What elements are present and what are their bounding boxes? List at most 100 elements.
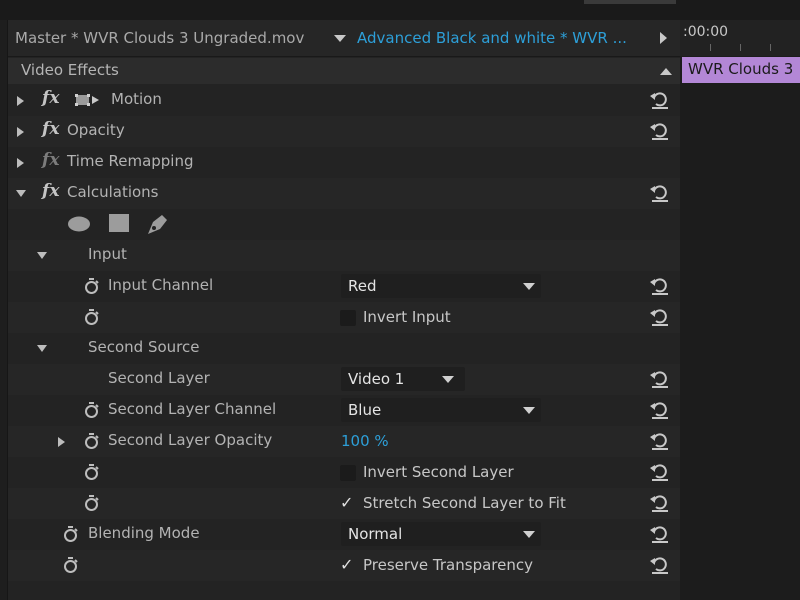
mask-tools-row — [8, 209, 681, 240]
blending-mode-row: Blending Mode Normal — [8, 519, 681, 550]
master-clip-label: Master * WVR Clouds 3 Ungraded.mov — [15, 29, 305, 47]
collapse-arrow-icon[interactable] — [16, 190, 26, 197]
stopwatch-icon[interactable] — [84, 464, 99, 480]
reset-icon[interactable] — [649, 493, 671, 513]
second-layer-label: Second Layer — [108, 369, 210, 387]
rectangle-mask-icon[interactable] — [108, 213, 130, 233]
effect-row-calculations: fx Calculations — [8, 178, 681, 209]
reset-icon[interactable] — [649, 121, 671, 141]
stretch-checkbox-checked[interactable]: ✓ — [340, 493, 353, 512]
invert-second-layer-checkbox[interactable] — [340, 465, 356, 481]
reset-icon[interactable] — [649, 183, 671, 203]
expand-arrow-icon[interactable] — [17, 96, 24, 106]
fx-icon[interactable]: fx — [42, 150, 59, 170]
invert-second-layer-row: Invert Second Layer — [8, 457, 681, 488]
reset-icon[interactable] — [649, 307, 671, 327]
input-channel-dropdown[interactable]: Red — [341, 274, 541, 298]
invert-input-row: Invert Input — [8, 302, 681, 333]
effect-name: Motion — [111, 90, 162, 108]
reset-icon[interactable] — [649, 400, 671, 420]
stopwatch-icon[interactable] — [63, 557, 78, 573]
ruler-tick — [770, 44, 771, 51]
invert-input-label: Invert Input — [363, 308, 451, 326]
fx-icon[interactable]: fx — [42, 88, 59, 108]
collapse-arrow-icon[interactable] — [37, 252, 47, 259]
video-effects-header: Video Effects — [8, 58, 681, 84]
second-source-group-label: Second Source — [88, 338, 200, 356]
expand-arrow-icon[interactable] — [17, 127, 24, 137]
blending-mode-label: Blending Mode — [88, 524, 200, 542]
second-layer-opacity-value[interactable]: 100 % — [341, 432, 389, 450]
reset-icon[interactable] — [649, 276, 671, 296]
stretch-second-layer-row: ✓ Stretch Second Layer to Fit — [8, 488, 681, 519]
input-channel-label: Input Channel — [108, 276, 214, 294]
mini-timeline: :00:00 WVR Clouds 3 — [680, 20, 800, 600]
motion-transform-icon[interactable] — [75, 92, 101, 108]
ruler-tick — [740, 44, 741, 51]
stopwatch-icon[interactable] — [84, 402, 99, 418]
second-layer-value: Video 1 — [348, 370, 405, 388]
fx-icon[interactable]: fx — [42, 181, 59, 201]
time-ruler[interactable]: :00:00 — [680, 20, 800, 56]
reset-icon[interactable] — [649, 555, 671, 575]
second-layer-channel-label: Second Layer Channel — [108, 400, 277, 418]
timecode-label: :00:00 — [683, 24, 729, 40]
input-channel-value: Red — [348, 277, 377, 295]
stopwatch-icon[interactable] — [63, 526, 78, 542]
chevron-down-icon — [442, 376, 454, 383]
second-layer-dropdown[interactable]: Video 1 — [341, 367, 465, 391]
top-strip — [0, 0, 800, 20]
clip-dropdown-arrow-icon[interactable] — [334, 35, 346, 42]
collapse-arrow-icon[interactable] — [660, 68, 672, 75]
reset-icon[interactable] — [649, 431, 671, 451]
stopwatch-icon[interactable] — [84, 433, 99, 449]
invert-input-checkbox[interactable] — [340, 310, 356, 326]
collapse-arrow-icon[interactable] — [37, 345, 47, 352]
invert-second-layer-label: Invert Second Layer — [363, 463, 514, 481]
stopwatch-icon[interactable] — [84, 278, 99, 294]
second-layer-channel-value: Blue — [348, 401, 382, 419]
chevron-down-icon — [523, 407, 535, 414]
chevron-down-icon — [523, 283, 535, 290]
input-group-label: Input — [88, 245, 127, 263]
expand-arrow-icon[interactable] — [58, 437, 65, 447]
ellipse-mask-icon[interactable] — [67, 215, 91, 233]
effect-controls-header: Master * WVR Clouds 3 Ungraded.mov Advan… — [8, 20, 681, 57]
blending-mode-value: Normal — [348, 525, 403, 543]
second-layer-row: Second Layer Video 1 — [8, 364, 681, 395]
fx-icon[interactable]: fx — [42, 119, 59, 139]
reset-icon[interactable] — [649, 462, 671, 482]
show-timeline-arrow-icon[interactable] — [660, 32, 667, 44]
tab-indicator — [584, 0, 676, 4]
effect-name: Calculations — [67, 183, 159, 201]
second-layer-channel-row: Second Layer Channel Blue — [8, 395, 681, 426]
chevron-down-icon — [523, 531, 535, 538]
second-layer-channel-dropdown[interactable]: Blue — [341, 398, 541, 422]
preserve-label: Preserve Transparency — [363, 556, 533, 574]
reset-icon[interactable] — [649, 90, 671, 110]
stretch-label: Stretch Second Layer to Fit — [363, 494, 566, 512]
input-group-row: Input — [8, 240, 681, 271]
stopwatch-icon[interactable] — [84, 309, 99, 325]
second-source-group-row: Second Source — [8, 333, 681, 364]
timeline-clip[interactable]: WVR Clouds 3 — [682, 57, 800, 83]
effect-name: Time Remapping — [67, 152, 194, 170]
sequence-clip-link[interactable]: Advanced Black and white * WVR ... — [357, 29, 627, 47]
preserve-transparency-row: ✓ Preserve Transparency — [8, 550, 681, 581]
reset-icon[interactable] — [649, 524, 671, 544]
effect-controls-panel: Master * WVR Clouds 3 Ungraded.mov Advan… — [7, 20, 681, 600]
pen-mask-icon[interactable] — [145, 211, 171, 237]
expand-arrow-icon[interactable] — [17, 158, 24, 168]
blending-mode-dropdown[interactable]: Normal — [341, 522, 541, 546]
effect-name: Opacity — [67, 121, 125, 139]
effect-row-time-remapping: fx Time Remapping — [8, 147, 681, 178]
input-channel-row: Input Channel Red — [8, 271, 681, 302]
second-layer-opacity-label: Second Layer Opacity — [108, 431, 273, 449]
stopwatch-icon[interactable] — [84, 495, 99, 511]
preserve-checkbox-checked[interactable]: ✓ — [340, 555, 353, 574]
reset-icon[interactable] — [649, 369, 671, 389]
ruler-tick — [710, 44, 711, 51]
second-layer-opacity-row: Second Layer Opacity 100 % — [8, 426, 681, 457]
effect-row-opacity: fx Opacity — [8, 116, 681, 147]
clip-name: WVR Clouds 3 — [688, 60, 794, 78]
